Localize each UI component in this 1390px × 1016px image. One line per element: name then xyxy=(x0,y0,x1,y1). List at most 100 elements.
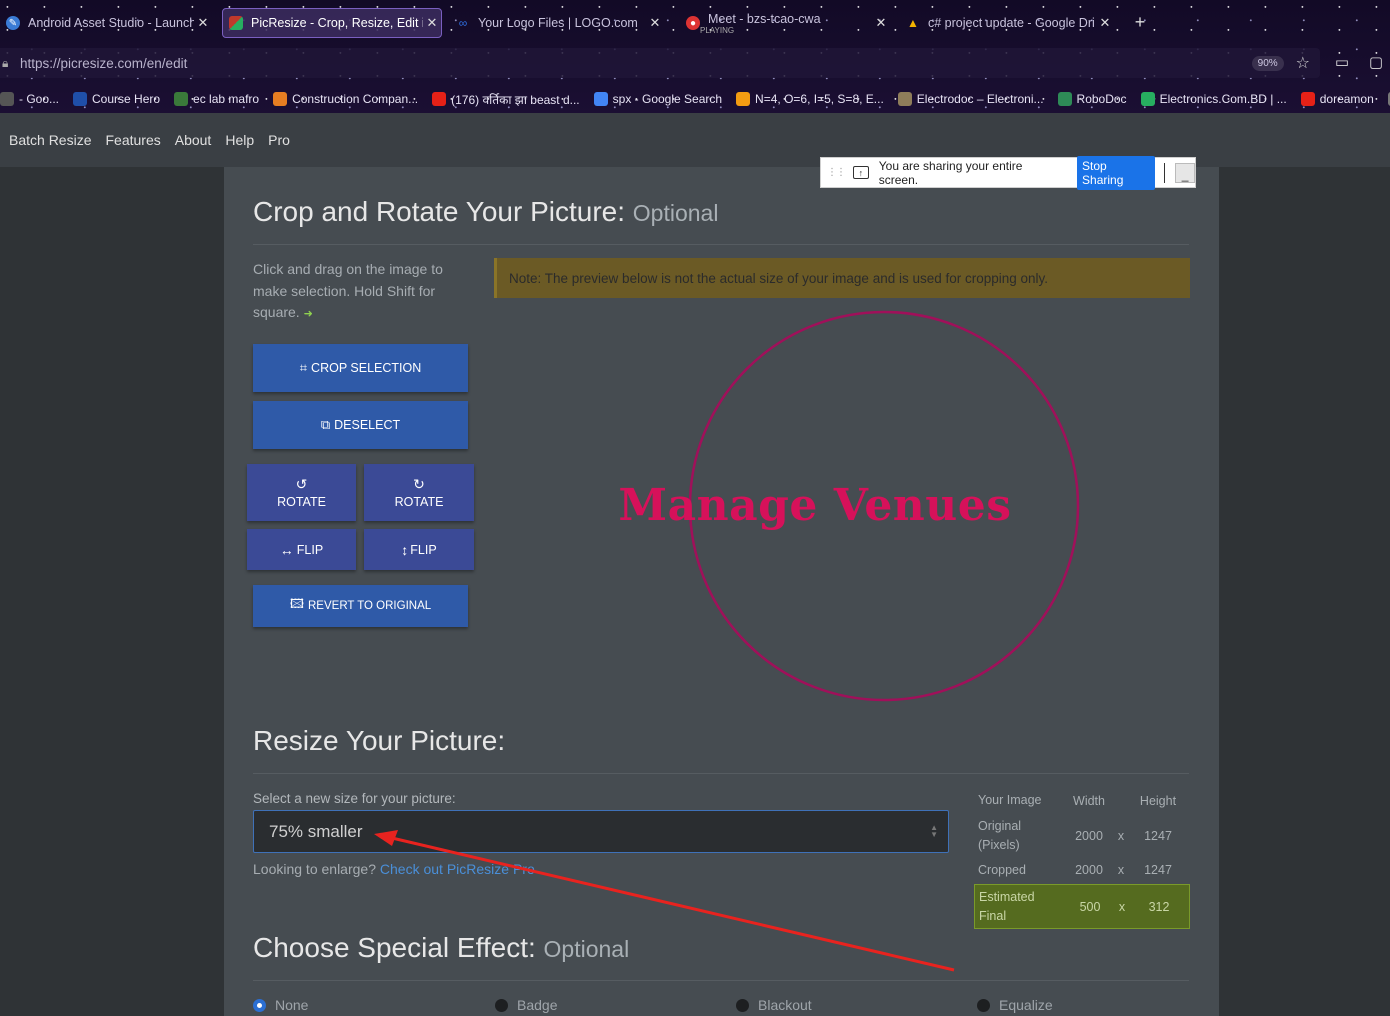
bookmark-favicon-icon xyxy=(1057,92,1072,106)
bookmark-favicon-icon xyxy=(1300,92,1315,106)
size-select[interactable]: 75% smaller ▲ ▼ xyxy=(253,810,949,853)
nav-batch-resize[interactable]: Batch Resize xyxy=(9,132,91,148)
bookmark-item[interactable]: doreamon xyxy=(1300,92,1374,106)
bookmark-label: spx - Google Search xyxy=(612,92,723,106)
arrow-right-icon: ➜ xyxy=(303,308,313,320)
revert-to-original-button[interactable]: 🖾︎ REVERT TO ORIGINAL xyxy=(253,585,468,627)
radio-unselected[interactable] xyxy=(495,998,508,1012)
flip-horizontal-button[interactable]: ↔ FLIP xyxy=(247,529,356,570)
close-tab-icon[interactable]: ✕ xyxy=(423,15,441,31)
close-tab-icon[interactable]: ✕ xyxy=(646,15,664,31)
crop-instructions: Click and drag on the image to make sele… xyxy=(253,261,443,320)
bookmark-favicon-icon xyxy=(593,92,608,106)
bookmark-label: ec lab mafro xyxy=(193,92,260,106)
flip-vertical-button[interactable]: ↕ FLIP xyxy=(364,529,474,570)
radio-unselected[interactable] xyxy=(736,998,749,1012)
bookmark-item[interactable]: (176) वर्तिका झा beast d... xyxy=(432,91,580,108)
crop-selection-button[interactable]: ⌗ CROP SELECTION xyxy=(253,344,468,392)
image-icon: 🖾︎ xyxy=(289,596,304,611)
optional-tag: Optional xyxy=(632,200,719,226)
bookmark-item[interactable]: Electronics.Com.BD | ... xyxy=(1140,92,1287,106)
nav-features[interactable]: Features xyxy=(105,132,160,148)
bookmark-item[interactable]: Course Hero xyxy=(73,92,160,106)
bookmark-item[interactable]: N=4, O=6, I=5, S=8, E... xyxy=(736,92,884,106)
radio-selected[interactable] xyxy=(253,998,266,1012)
size-table-header: Your Image Width Height xyxy=(978,793,1177,808)
bookmarks-bar: - Goo... Course Hero ec lab mafro Construct… xyxy=(0,86,1390,112)
crop-preview-image[interactable]: Manage Venues xyxy=(600,308,1100,708)
vertical-arrows-icon: ↕ xyxy=(401,541,409,558)
divider xyxy=(253,244,1189,245)
resize-heading: Resize Your Picture: xyxy=(253,725,506,756)
selected-size-value: 75% smaller xyxy=(269,821,363,841)
effect-option-equalize[interactable]: Equalize xyxy=(977,997,1053,1013)
effects-heading: Choose Special Effect: Optional xyxy=(253,932,630,963)
close-tab-icon[interactable]: ✕ xyxy=(1096,15,1114,31)
bookmark-item[interactable]: Electrodoc – Electroni... xyxy=(897,92,1044,106)
zoom-level-badge[interactable]: 90% xyxy=(1251,55,1284,71)
bookmark-item[interactable]: ec lab mafro xyxy=(174,92,259,106)
screen-share-bar: ⋮⋮ ↑ You are sharing your entire screen.… xyxy=(820,155,1196,190)
google-drive-icon: ▲ xyxy=(907,16,919,30)
nav-pro[interactable]: Pro xyxy=(268,132,290,148)
rotate-left-button[interactable]: ↺ ROTATE xyxy=(247,464,356,521)
bookmark-item[interactable]: spx - Google Search xyxy=(593,92,723,106)
optional-tag: Optional xyxy=(543,936,630,962)
select-caret-icon: ▲ ▼ xyxy=(930,823,938,839)
close-tab-icon[interactable]: ✕ xyxy=(872,15,890,31)
bookmark-favicon-icon xyxy=(273,92,288,106)
tab-picresize[interactable]: PicResize - Crop, Resize, Edit im ✕ xyxy=(222,8,442,38)
horizontal-arrows-icon: ↔ xyxy=(279,541,294,558)
tab-android-asset-studio[interactable]: ✎ Android Asset Studio - Launcher ✕ xyxy=(0,8,212,38)
bookmark-item[interactable]: RoboDoc xyxy=(1057,92,1127,106)
bookmark-favicon-icon xyxy=(736,92,751,106)
divider xyxy=(253,773,1189,774)
bookmark-label: - Goo... xyxy=(19,92,60,106)
address-bar[interactable]: 🔒︎ https://picresize.com/en/edit 90% ☆ xyxy=(0,48,1320,78)
size-row-original: Original (Pixels) 2000 x 1247 xyxy=(978,819,1172,852)
stop-sharing-button[interactable]: Stop Sharing xyxy=(1077,155,1156,190)
rotate-right-icon: ↻ xyxy=(413,476,425,492)
tab-meet[interactable]: ● Meet - bzs-tcao-cwa PLAYING ✕ xyxy=(680,8,890,38)
new-tab-plus-icon[interactable]: + xyxy=(1130,12,1150,33)
radio-unselected[interactable] xyxy=(977,998,990,1012)
nav-help[interactable]: Help xyxy=(225,132,254,148)
effect-option-none[interactable]: None xyxy=(253,997,308,1013)
divider xyxy=(253,980,1189,981)
size-row-estimated: Estimated Final 500 x 312 xyxy=(974,884,1190,929)
size-select-label: Select a new size for your picture: xyxy=(253,791,456,806)
url-text[interactable]: https://picresize.com/en/edit xyxy=(20,56,1252,71)
bookmark-favicon-icon xyxy=(0,92,14,106)
drag-handle-icon[interactable]: ⋮⋮ xyxy=(827,167,846,178)
share-screen-icon: ↑ xyxy=(853,166,869,179)
minimize-button[interactable]: _ xyxy=(1175,162,1195,183)
tab-logo-com[interactable]: ∞ Your Logo Files | LOGO.com ✕ xyxy=(450,8,664,38)
containers-icon[interactable]: ▭ xyxy=(1332,53,1352,71)
picresize-pro-link[interactable]: Check out PicResize Pro xyxy=(380,861,535,877)
android-studio-icon: ✎ xyxy=(6,16,20,30)
bookmark-label: Electronics.Com.BD | ... xyxy=(1159,92,1287,106)
bookmark-star-icon[interactable]: ☆ xyxy=(1296,53,1310,73)
bookmark-label: (176) वर्तिका झा beast d... xyxy=(451,92,580,107)
tab-bar: ✎ Android Asset Studio - Launcher ✕ PicR… xyxy=(0,0,1390,46)
crop-icon: ⌗ xyxy=(299,360,308,375)
effect-option-badge[interactable]: Badge xyxy=(495,997,557,1013)
effect-option-blackout[interactable]: Blackout xyxy=(736,997,812,1013)
tab-google-drive[interactable]: ▲ c# project update - Google Dri ✕ xyxy=(900,8,1114,38)
browser-chrome: ✎ Android Asset Studio - Launcher ✕ PicR… xyxy=(0,0,1390,113)
bookmark-favicon-icon xyxy=(73,92,88,106)
picresize-icon xyxy=(229,16,243,30)
size-table: Your Image Width Height Original (Pixels… xyxy=(974,788,1190,929)
size-row-cropped: Cropped 2000 x 1247 xyxy=(978,862,1172,878)
nav-about[interactable]: About xyxy=(175,132,212,148)
folder-icon[interactable]: ▢ xyxy=(1366,53,1386,71)
bookmark-item[interactable]: - Goo... xyxy=(0,92,59,106)
lock-icon[interactable]: 🔒︎ xyxy=(2,56,20,71)
bookmark-label: Construction Compan... xyxy=(292,92,419,106)
bookmark-item[interactable]: Construction Compan... xyxy=(273,92,418,106)
deselect-button[interactable]: ⧉ DESELECT xyxy=(253,401,468,449)
bookmark-label: doreamon xyxy=(1319,92,1374,106)
rotate-right-button[interactable]: ↻ ROTATE xyxy=(364,464,474,521)
close-tab-icon[interactable]: ✕ xyxy=(194,15,212,31)
enlarge-hint: Looking to enlarge? Check out PicResize … xyxy=(253,861,535,877)
